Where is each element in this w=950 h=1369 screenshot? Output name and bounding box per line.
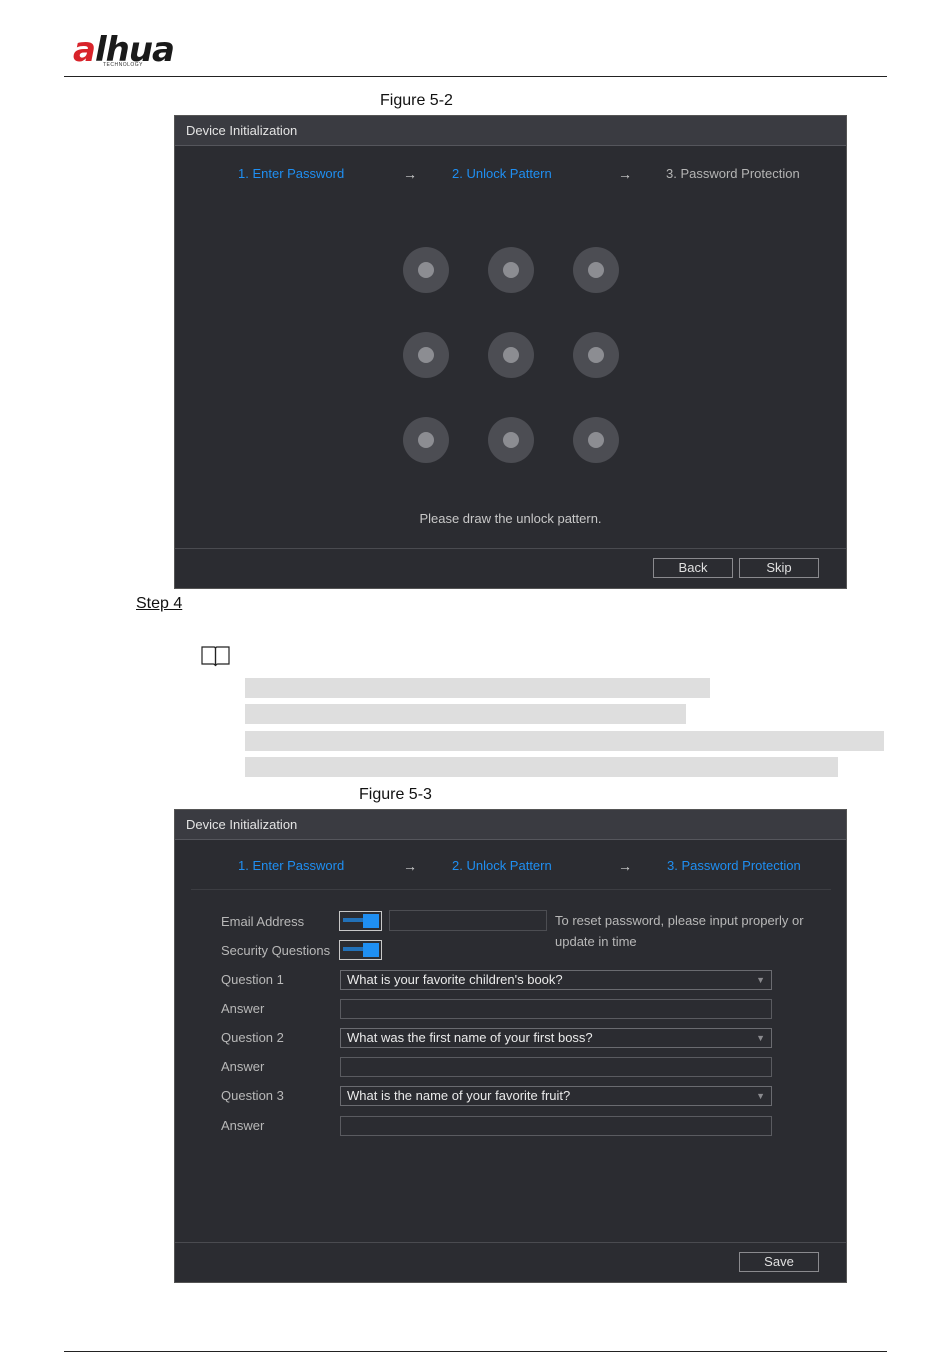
arrow-icon: → (403, 166, 417, 182)
window-footer: Save (175, 1242, 846, 1282)
question-1-label: Question 1 (221, 972, 284, 987)
window-title: Device Initialization (175, 810, 846, 840)
pattern-dot[interactable] (403, 332, 449, 378)
chevron-down-icon: ▼ (756, 1091, 765, 1101)
pattern-dot[interactable] (403, 247, 449, 293)
step-enter-password[interactable]: 1. Enter Password (238, 858, 344, 873)
step-enter-password[interactable]: 1. Enter Password (238, 166, 344, 181)
question-3-value: What is the name of your favorite fruit? (347, 1088, 571, 1103)
wizard-steps: 1. Enter Password → 2. Unlock Pattern → … (175, 858, 846, 878)
save-button[interactable]: Save (739, 1252, 819, 1272)
pattern-hint: Please draw the unlock pattern. (419, 511, 602, 526)
pattern-dot[interactable] (488, 247, 534, 293)
window-title: Device Initialization (175, 116, 846, 146)
security-questions-toggle[interactable] (339, 940, 382, 960)
question-1-select[interactable]: What is your favorite children's book? ▼ (340, 970, 772, 990)
note-book-icon (200, 644, 231, 673)
window-footer: Back Skip (175, 548, 846, 588)
question-3-label: Question 3 (221, 1088, 284, 1103)
email-address-label: Email Address (221, 914, 305, 929)
pattern-dot[interactable] (488, 332, 534, 378)
question-2-label: Question 2 (221, 1030, 284, 1045)
reset-note: To reset password, please input properly… (555, 913, 804, 949)
chevron-down-icon: ▼ (756, 1033, 765, 1043)
pattern-dot[interactable] (573, 332, 619, 378)
back-button[interactable]: Back (653, 558, 733, 578)
steps-divider (191, 889, 831, 890)
answer-3-field[interactable] (340, 1116, 772, 1136)
answer-2-field[interactable] (340, 1057, 772, 1077)
device-init-window-protection: Device Initialization 1. Enter Password … (174, 809, 847, 1283)
figure-caption-5-2: Figure 5-2 (380, 92, 453, 109)
answer-2-label: Answer (221, 1059, 265, 1074)
header-rule (64, 76, 887, 77)
answer-1-field[interactable] (340, 999, 772, 1019)
redacted-note-line (245, 731, 884, 751)
pattern-dot[interactable] (573, 417, 619, 463)
arrow-icon: → (403, 858, 417, 874)
redacted-note-line (245, 757, 838, 777)
step-password-protection[interactable]: 3. Password Protection (666, 166, 800, 181)
device-init-window-pattern: Device Initialization 1. Enter Password … (174, 115, 847, 589)
footer-rule (64, 1351, 887, 1352)
arrow-icon: → (618, 166, 632, 182)
logo-mark: a (73, 30, 96, 70)
pattern-dot[interactable] (488, 417, 534, 463)
figure-caption-5-3: Figure 5-3 (359, 786, 432, 803)
logo-subtitle: TECHNOLOGY (103, 62, 144, 68)
email-toggle[interactable] (339, 911, 382, 931)
wizard-steps: 1. Enter Password → 2. Unlock Pattern → … (175, 166, 846, 186)
step-password-protection[interactable]: 3. Password Protection (667, 858, 801, 873)
question-3-select[interactable]: What is the name of your favorite fruit?… (340, 1086, 772, 1106)
redacted-note-line (245, 704, 686, 724)
security-questions-label: Security Questions (221, 943, 331, 958)
arrow-icon: → (618, 858, 632, 874)
skip-button[interactable]: Skip (739, 558, 819, 578)
redacted-note-line (245, 678, 710, 698)
answer-3-label: Answer (221, 1118, 265, 1133)
question-1-value: What is your favorite children's book? (347, 972, 563, 987)
question-2-value: What was the first name of your first bo… (347, 1030, 593, 1045)
question-2-select[interactable]: What was the first name of your first bo… (340, 1028, 772, 1048)
pattern-dot[interactable] (403, 417, 449, 463)
step-4-label: Step 4 (136, 595, 183, 612)
email-field[interactable] (389, 910, 547, 931)
chevron-down-icon: ▼ (756, 975, 765, 985)
step-unlock-pattern[interactable]: 2. Unlock Pattern (452, 858, 552, 873)
step-unlock-pattern[interactable]: 2. Unlock Pattern (452, 166, 552, 181)
answer-1-label: Answer (221, 1001, 265, 1016)
pattern-dot[interactable] (573, 247, 619, 293)
